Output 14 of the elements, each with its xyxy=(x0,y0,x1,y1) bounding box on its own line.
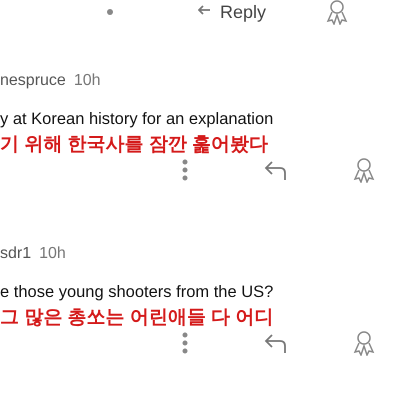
translation-caption: 기 위해 한국사를 잠깐 훑어봤다 xyxy=(0,133,270,157)
award-icon[interactable] xyxy=(353,157,375,183)
comment-text: y at Korean history for an explanation xyxy=(0,110,274,129)
translation-caption: 그 많은 총쏘는 어린애들 다 어디 xyxy=(0,306,274,330)
timestamp: 10h xyxy=(74,72,101,90)
comment-text: e those young shooters from the US? xyxy=(0,283,274,302)
reply-button[interactable]: Reply xyxy=(198,2,266,22)
reply-icon[interactable] xyxy=(264,332,288,354)
timestamp: 10h xyxy=(39,245,66,263)
username[interactable]: sdr1 xyxy=(0,245,32,263)
username[interactable]: nespruce xyxy=(0,72,66,90)
award-icon[interactable] xyxy=(353,330,375,356)
reply-icon[interactable] xyxy=(264,159,288,181)
award-icon[interactable] xyxy=(326,0,348,25)
